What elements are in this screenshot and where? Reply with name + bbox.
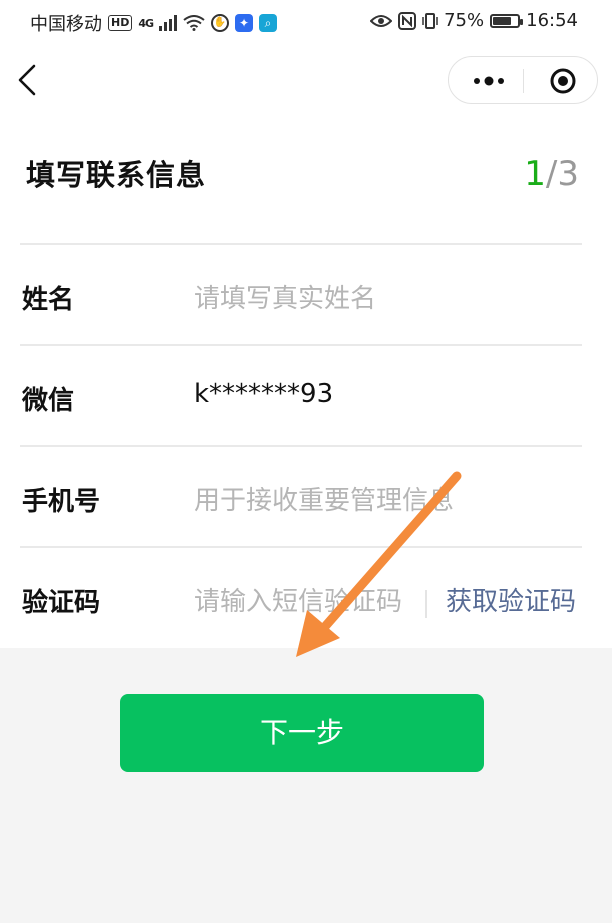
form-row-phone[interactable]: 手机号 用于接收重要管理信息 bbox=[20, 445, 582, 546]
name-input[interactable]: 请填写真实姓名 bbox=[194, 278, 376, 315]
more-dots-icon[interactable] bbox=[469, 69, 509, 93]
status-right: 75% 16:54 bbox=[370, 10, 578, 31]
form-row-code[interactable]: 验证码 请输入短信验证码 获取验证码 bbox=[20, 546, 582, 647]
carrier-name: 中国移动 bbox=[30, 14, 102, 35]
get-code-button[interactable]: 获取验证码 bbox=[446, 581, 576, 618]
signal-icon bbox=[159, 15, 178, 31]
search-notification-icon: ⌕ bbox=[259, 14, 278, 32]
page-title: 填写联系信息 bbox=[26, 158, 207, 192]
form-row-name[interactable]: 姓名 请填写真实姓名 bbox=[20, 243, 582, 344]
status-left: 中国移动 HD 4G ✋ ✦ ⌕ bbox=[30, 10, 278, 36]
wechat-input[interactable]: k*******93 bbox=[194, 379, 333, 409]
chevron-left-icon[interactable] bbox=[14, 62, 44, 98]
hd-badge: HD bbox=[108, 15, 133, 31]
wifi-icon bbox=[183, 15, 205, 31]
target-circle-icon[interactable] bbox=[549, 67, 577, 95]
code-input[interactable]: 请输入短信验证码 bbox=[194, 581, 402, 618]
code-label: 验证码 bbox=[22, 588, 101, 618]
step-indicator: 1/3 bbox=[524, 154, 579, 194]
status-bar: 中国移动 HD 4G ✋ ✦ ⌕ 75% 16:54 bbox=[0, 0, 612, 44]
eye-icon bbox=[370, 14, 393, 27]
form-row-wechat[interactable]: 微信 k*******93 bbox=[20, 344, 582, 445]
step-total: /3 bbox=[545, 154, 579, 194]
wechat-label: 微信 bbox=[22, 386, 75, 416]
battery-percent: 75% bbox=[444, 10, 485, 31]
clock: 16:54 bbox=[526, 10, 578, 31]
code-divider bbox=[425, 590, 427, 618]
app-notification-icon: ✋ bbox=[211, 14, 230, 32]
vibrate-icon bbox=[422, 12, 438, 29]
step-current: 1 bbox=[524, 154, 546, 194]
mini-program-capsule bbox=[448, 56, 598, 104]
nfc-icon bbox=[398, 11, 417, 30]
name-label: 姓名 bbox=[22, 285, 75, 315]
network-type: 4G bbox=[138, 16, 154, 30]
phone-label: 手机号 bbox=[22, 487, 101, 517]
contact-form: 姓名 请填写真实姓名 微信 k*******93 手机号 用于接收重要管理信息 … bbox=[20, 243, 582, 647]
battery-icon bbox=[490, 13, 524, 28]
capsule-divider bbox=[523, 69, 524, 93]
bulb-notification-icon: ✦ bbox=[235, 14, 254, 32]
phone-input[interactable]: 用于接收重要管理信息 bbox=[194, 480, 454, 517]
next-step-button[interactable]: 下一步 bbox=[120, 694, 484, 772]
